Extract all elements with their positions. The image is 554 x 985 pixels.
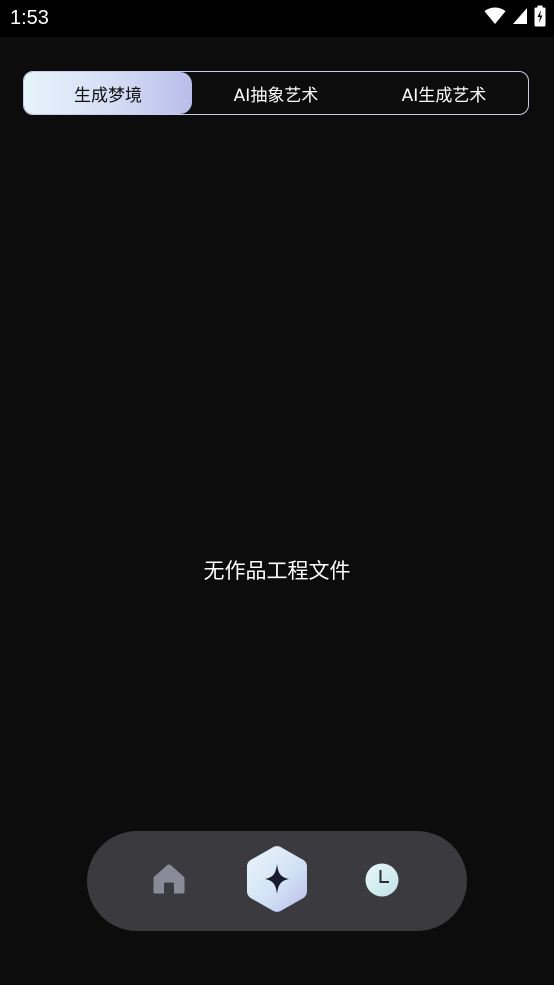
nav-create-button[interactable] [245, 845, 309, 917]
nav-history-button[interactable] [362, 862, 402, 902]
tab-bar: 生成梦境 AI抽象艺术 AI生成艺术 [23, 71, 529, 115]
status-icons [484, 5, 546, 31]
tab-ai-generated-art[interactable]: AI生成艺术 [360, 72, 528, 114]
nav-home-button[interactable] [149, 863, 189, 899]
status-time: 1:53 [10, 7, 49, 29]
clock-icon [364, 862, 400, 902]
status-bar: 1:53 [0, 0, 554, 37]
battery-charging-icon [534, 5, 546, 31]
bottom-navigation [87, 831, 467, 931]
tab-ai-abstract-art[interactable]: AI抽象艺术 [192, 72, 360, 114]
tab-label: 生成梦境 [74, 85, 142, 106]
empty-state-message: 无作品工程文件 [203, 559, 351, 583]
app-screen: 1:53 生成梦境 AI抽象艺术 AI生成艺术 无作品工程文件 [0, 0, 554, 985]
tab-label: AI生成艺术 [401, 85, 487, 106]
cellular-signal-icon [512, 7, 528, 29]
tab-label: AI抽象艺术 [233, 85, 319, 106]
home-icon [152, 863, 186, 899]
sparkle-icon [245, 845, 309, 917]
tab-dream-generation[interactable]: 生成梦境 [24, 72, 192, 114]
wifi-icon [484, 7, 506, 29]
